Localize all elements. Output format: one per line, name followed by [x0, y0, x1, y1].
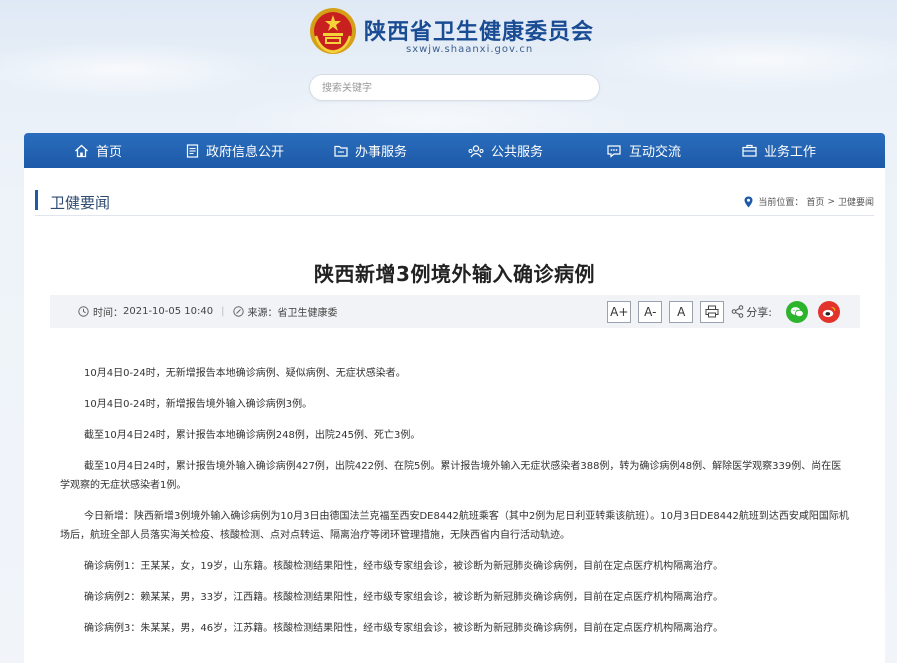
wechat-icon: [790, 306, 804, 317]
nav-item-business[interactable]: 业务工作: [742, 133, 816, 168]
nav-label: 公共服务: [491, 145, 544, 160]
breadcrumb-separator: >: [827, 196, 835, 207]
font-decrease-button[interactable]: A-: [638, 300, 663, 323]
article-paragraph: 确诊病例2：赖某某，男，33岁，江西籍。核酸检测结果阳性，经市级专家组会诊，被诊…: [84, 592, 724, 603]
print-button[interactable]: [700, 300, 725, 323]
share-icon: [731, 305, 744, 318]
article-paragraph: 确诊病例3：朱某某，男，46岁，江苏籍。核酸检测结果阳性，经市级专家组会诊，被诊…: [84, 623, 724, 634]
section-title: 卫健要闻: [50, 194, 111, 212]
article-title: 陕西新增3例境外输入确诊病例: [314, 262, 595, 286]
site-url: sxwjw.shaanxi.gov.cn: [406, 44, 534, 55]
article-paragraph: 今日新增：陕西新增3例境外输入确诊病例为10月3日由德国法兰克福至西安DE844…: [60, 511, 849, 541]
site-title: 陕西省卫生健康委员会: [364, 19, 595, 45]
source-label: 来源：: [247, 308, 278, 319]
breadcrumb-current-link[interactable]: 卫健要闻: [838, 195, 874, 208]
time-label: 时间：: [93, 308, 123, 319]
breadcrumb-home-link[interactable]: 首页: [806, 195, 824, 208]
share-wechat-button[interactable]: [786, 300, 808, 323]
section-accent-bar: [35, 190, 38, 210]
nav-item-home[interactable]: 首页: [74, 133, 122, 168]
public-service-icon: [468, 144, 484, 157]
main-nav: 首页 政府信息公开 办事服务 公共服务 互动交流 业务工作: [24, 133, 885, 168]
share-label: 分享:: [746, 305, 772, 319]
article-paragraph: 10月4日0-24时，新增报告境外输入确诊病例3例。: [84, 399, 313, 410]
share-weibo-button[interactable]: [818, 300, 840, 323]
section-header: 卫健要闻 当前位置： 首页 > 卫健要闻: [35, 184, 874, 216]
article-body: 10月4日0-24时，无新增报告本地确诊病例、疑似病例、无症状感染者。 10月4…: [60, 364, 850, 650]
article-meta-bar: 时间： 2021-10-05 10:40 | 来源： 省卫生健康委 A+ A- …: [50, 295, 860, 328]
article-paragraph: 10月4日0-24时，无新增报告本地确诊病例、疑似病例、无症状感染者。: [84, 368, 406, 379]
share-section: 分享:: [731, 304, 772, 320]
nav-label: 办事服务: [355, 145, 408, 160]
briefcase-icon: [742, 144, 757, 157]
nav-label: 互动交流: [629, 145, 682, 160]
publish-time: 2021-10-05 10:40: [123, 306, 214, 317]
national-emblem-icon: [310, 8, 356, 54]
article-meta: 时间： 2021-10-05 10:40 | 来源： 省卫生健康委: [78, 295, 338, 328]
breadcrumb: 当前位置： 首页 > 卫健要闻: [744, 195, 874, 208]
nav-item-interaction[interactable]: 互动交流: [606, 133, 681, 168]
printer-icon: [705, 305, 719, 318]
font-reset-button[interactable]: A: [669, 300, 694, 323]
breadcrumb-prefix: 当前位置：: [758, 198, 804, 208]
article-paragraph: 截至10月4日24时，累计报告境外输入确诊病例427例，出院422例、在院5例。…: [60, 461, 842, 491]
site-brand[interactable]: 陕西省卫生健康委员会 sxwjw.shaanxi.gov.cn: [308, 6, 608, 56]
chat-icon: [607, 144, 621, 158]
meta-divider: |: [221, 306, 225, 317]
home-icon: [75, 144, 88, 157]
clock-icon: [78, 306, 89, 317]
article-paragraph: 截至10月4日24时，累计报告本地确诊病例248例，出院245例、死亡3例。: [84, 430, 421, 441]
search-input[interactable]: [322, 79, 582, 97]
font-increase-button[interactable]: A+: [607, 300, 632, 323]
source-value: 省卫生健康委: [277, 308, 338, 319]
article-tools: A+ A- A 分享:: [600, 295, 840, 328]
nav-label: 业务工作: [764, 145, 817, 160]
search-box: [309, 74, 600, 101]
source-icon: [232, 306, 244, 317]
nav-label: 首页: [96, 145, 123, 160]
location-pin-icon: [744, 196, 753, 207]
nav-label: 政府信息公开: [206, 145, 285, 160]
article-paragraph: 确诊病例1：王某某，女，19岁，山东籍。核酸检测结果阳性，经市级专家组会诊，被诊…: [84, 561, 724, 572]
nav-item-public-services[interactable]: 公共服务: [468, 133, 543, 168]
content-card: 卫健要闻 当前位置： 首页 > 卫健要闻 陕西新增3例境外输入确诊病例 时间： …: [24, 168, 885, 663]
weibo-icon: [822, 306, 836, 317]
nav-item-gov-info[interactable]: 政府信息公开: [186, 133, 284, 168]
document-icon: [186, 143, 199, 158]
nav-item-services[interactable]: 办事服务: [334, 133, 407, 168]
folder-icon: [334, 145, 348, 157]
